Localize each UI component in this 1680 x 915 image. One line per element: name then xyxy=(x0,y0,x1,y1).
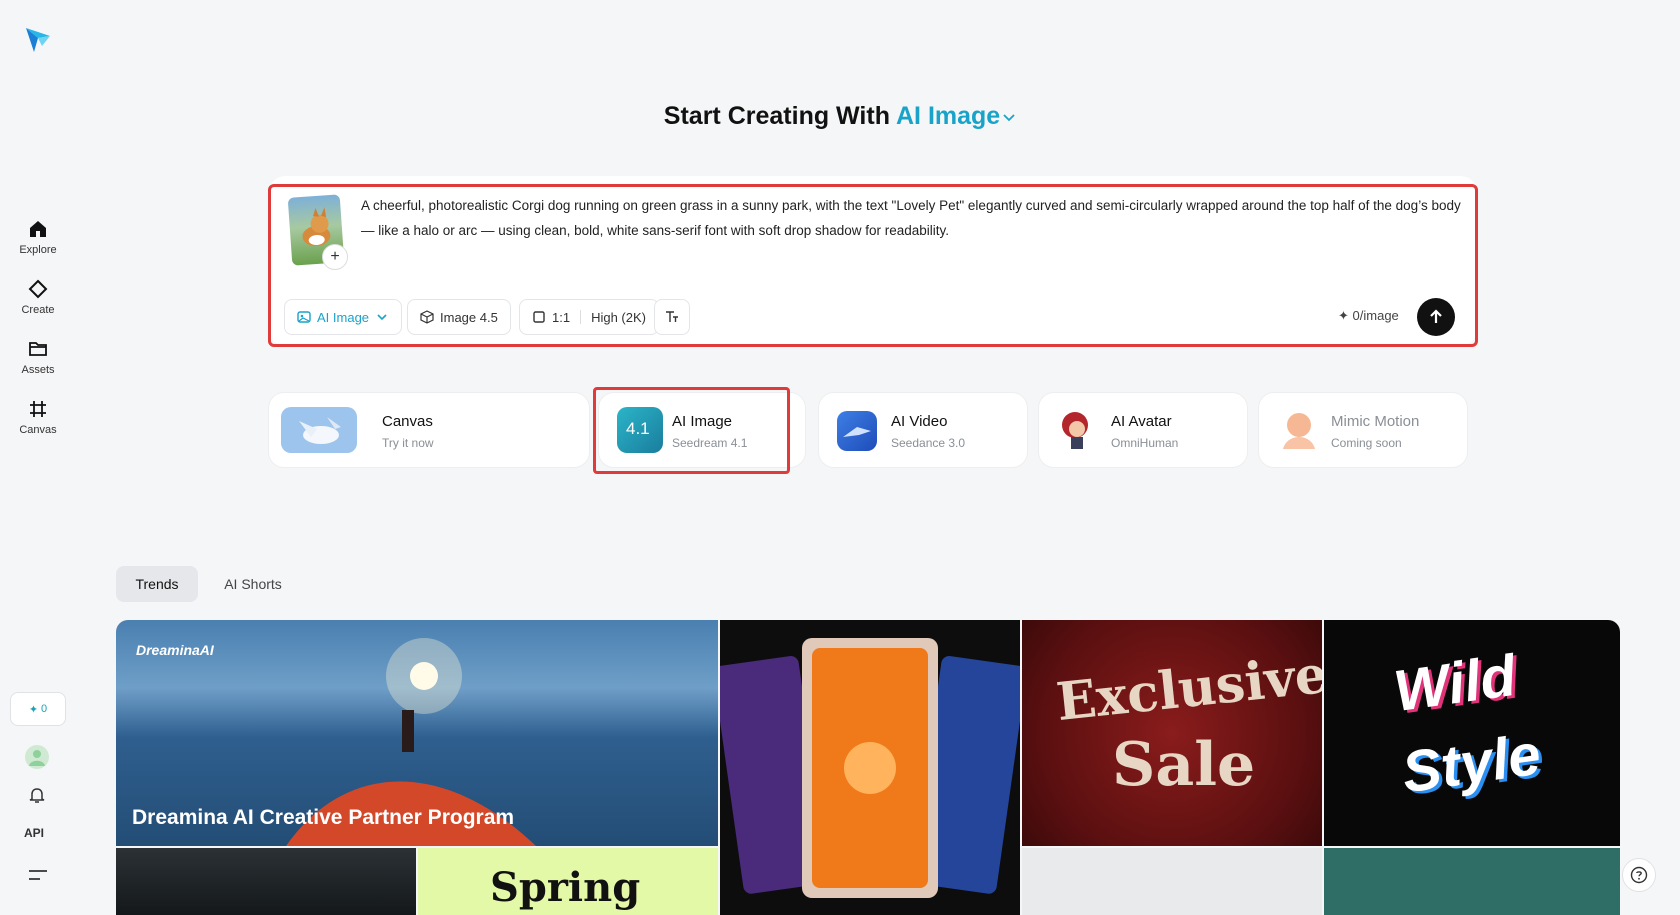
sidebar: Explore Create Assets Canvas ✦ 0 API xyxy=(0,0,76,915)
mimic-motion-icon xyxy=(1275,407,1321,453)
ratio-label: 1:1 xyxy=(552,309,571,325)
dreamina-logo[interactable] xyxy=(24,24,52,54)
text-size-icon xyxy=(666,311,678,322)
ratio-quality-selector[interactable]: 1:1 High (2K) xyxy=(519,299,659,335)
menu-icon[interactable] xyxy=(28,868,48,882)
gallery-item-tarot[interactable] xyxy=(720,620,1020,915)
credits-value: 0 xyxy=(41,703,48,715)
card-subtitle: Try it now xyxy=(382,436,434,450)
card-title: AI Video xyxy=(891,413,948,430)
cube-icon xyxy=(420,310,434,324)
api-link[interactable]: API xyxy=(24,826,44,840)
prompt-input[interactable]: A cheerful, photorealistic Corgi dog run… xyxy=(361,193,1461,243)
gallery-item-spring[interactable]: Spring xyxy=(418,848,718,915)
card-subtitle: Seedance 3.0 xyxy=(891,436,966,450)
add-reference-button[interactable]: + xyxy=(322,244,348,270)
aspect-ratio-icon xyxy=(533,311,545,323)
arrow-up-icon xyxy=(1430,309,1442,323)
page-title-prefix: Start Creating With xyxy=(663,102,890,130)
divider xyxy=(580,310,582,324)
user-icon xyxy=(29,750,45,766)
folder-icon xyxy=(29,341,47,356)
sidebar-item-canvas[interactable]: Canvas xyxy=(8,392,68,442)
tarot-artwork xyxy=(720,638,1020,898)
avatar[interactable] xyxy=(25,745,49,769)
card-ai-avatar[interactable]: AI Avatar OmniHuman xyxy=(1038,392,1248,468)
sidebar-item-label: Assets xyxy=(21,363,55,376)
chevron-down-icon xyxy=(377,314,387,321)
chevron-down-icon xyxy=(1003,114,1015,122)
sidebar-item-assets[interactable]: Assets xyxy=(8,332,68,382)
card-ai-video[interactable]: AI Video Seedance 3.0 xyxy=(818,392,1028,468)
gallery-item-exclusive-sale[interactable]: Exclusive Sale xyxy=(1022,620,1322,846)
pegasus-thumbnail xyxy=(281,407,357,453)
sale-text: Sale xyxy=(1112,730,1256,800)
mode-selector[interactable]: AI Image xyxy=(896,102,1016,130)
seedance-icon xyxy=(837,411,877,451)
diamond-icon xyxy=(28,279,48,298)
mode-selector-label: AI Image xyxy=(896,102,1001,130)
banner-title: Dreamina AI Creative Partner Program xyxy=(132,806,515,829)
style-text: Style xyxy=(1398,721,1545,806)
spring-text: Spring xyxy=(490,864,641,911)
home-icon xyxy=(30,220,46,237)
bell-icon[interactable] xyxy=(27,785,47,805)
generate-button[interactable] xyxy=(1417,298,1455,336)
credits-cost-label: 0/image xyxy=(1352,308,1399,323)
card-subtitle: Coming soon xyxy=(1331,436,1402,450)
partner-program-banner[interactable]: DreaminaAI Dreamina AI Creative Partner … xyxy=(116,620,718,846)
gallery-item-wild-style[interactable]: Wild Style xyxy=(1324,620,1620,846)
dreamina-watermark: DreaminaAI xyxy=(136,642,214,658)
model-selector-label: Image 4.5 xyxy=(440,309,498,325)
gallery-item-teal[interactable] xyxy=(1324,848,1620,915)
card-title: Mimic Motion xyxy=(1331,413,1420,430)
card-title: Canvas xyxy=(382,413,433,430)
tab-trends[interactable]: Trends xyxy=(116,566,198,602)
crop-icon xyxy=(30,400,46,417)
image-icon xyxy=(297,311,311,323)
card-subtitle: OmniHuman xyxy=(1111,436,1179,450)
sidebar-item-explore[interactable]: Explore xyxy=(8,212,68,262)
mode-dropdown[interactable]: AI Image xyxy=(284,299,403,335)
credits-badge[interactable]: ✦ 0 xyxy=(10,692,66,726)
sidebar-item-create[interactable]: Create xyxy=(8,272,68,322)
sparkle-icon: ✦ xyxy=(28,703,39,716)
gallery-item-grey[interactable] xyxy=(1022,848,1322,915)
help-button[interactable] xyxy=(1622,858,1656,892)
model-selector[interactable]: Image 4.5 xyxy=(407,299,511,335)
text-style-button[interactable] xyxy=(654,299,690,335)
sidebar-item-label: Explore xyxy=(19,243,57,256)
card-mimic-motion[interactable]: Mimic Motion Coming soon xyxy=(1258,392,1468,468)
tab-ai-shorts[interactable]: AI Shorts xyxy=(210,566,296,602)
exclusive-text: Exclusive xyxy=(1053,643,1322,734)
quality-label: High (2K) xyxy=(591,309,646,325)
credits-cost: ✦ 0/image xyxy=(1338,308,1399,324)
card-highlight xyxy=(593,387,790,474)
mode-dropdown-label: AI Image xyxy=(317,309,370,325)
wild-text: Wild xyxy=(1390,642,1520,725)
sidebar-item-label: Create xyxy=(21,303,55,316)
page-title: Start Creating With AI Image xyxy=(0,102,1680,131)
avatar-character-icon xyxy=(1055,407,1101,453)
sparkle-icon: ✦ xyxy=(1338,308,1349,323)
gallery-item-portrait[interactable] xyxy=(116,848,416,915)
sidebar-item-label: Canvas xyxy=(19,423,57,436)
question-icon xyxy=(1630,866,1648,884)
card-canvas[interactable]: Canvas Try it now xyxy=(268,392,590,468)
card-title: AI Avatar xyxy=(1111,413,1172,430)
